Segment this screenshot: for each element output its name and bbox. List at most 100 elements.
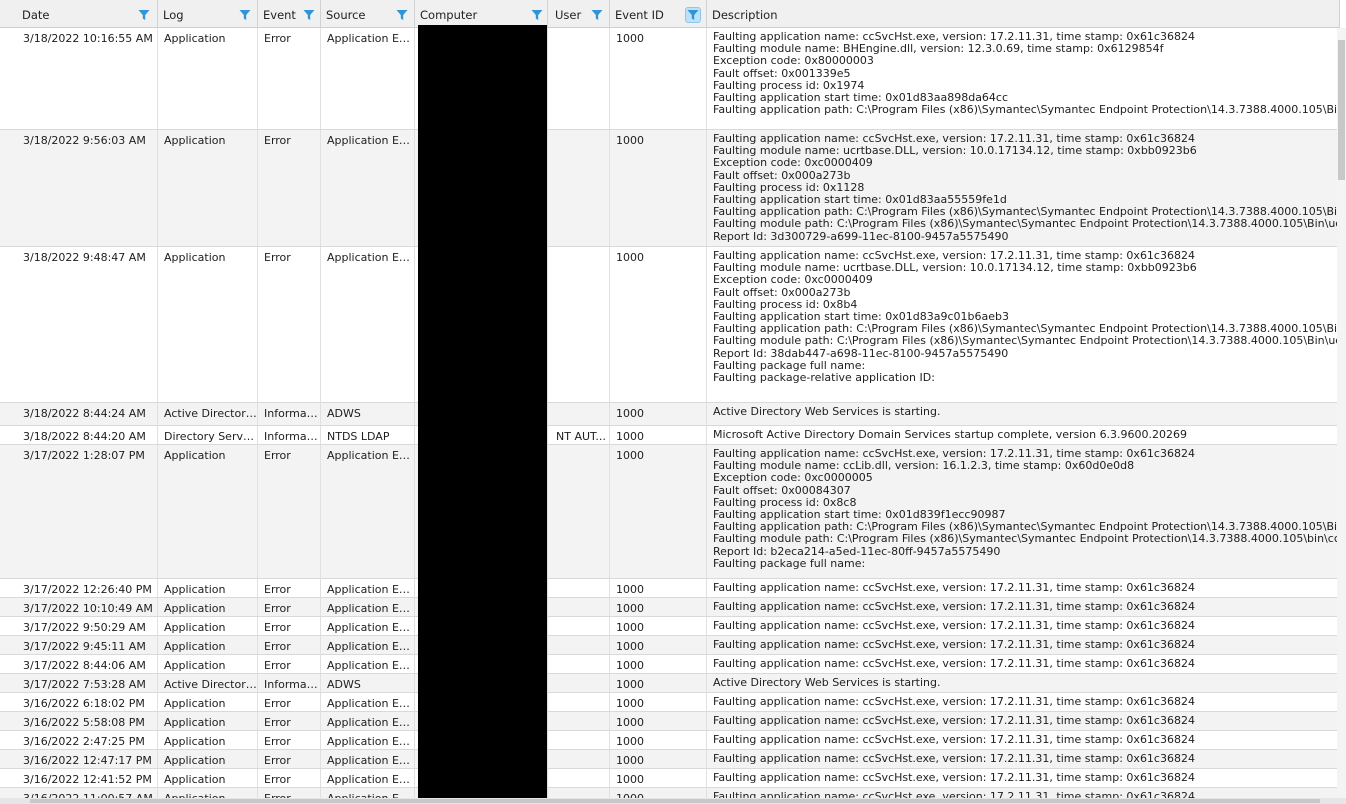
table-row[interactable]: 3/17/2022 1:28:07 PM Application Error Appl… (0, 445, 1340, 579)
horizontal-scroll-thumb[interactable] (30, 799, 1320, 803)
column-header-computer[interactable]: Computer (415, 0, 548, 28)
cell-log: Active Directory... (158, 674, 258, 692)
cell-event: Error (258, 636, 321, 654)
filter-funnel-icon[interactable] (590, 8, 604, 22)
cell-date: 3/16/2022 6:18:02 PM (17, 693, 158, 711)
cell-source: Application Err... (321, 636, 415, 654)
table-row[interactable]: 3/17/2022 10:10:49 AM Application Error App… (0, 598, 1340, 617)
column-header-label: User (555, 8, 582, 22)
filter-funnel-icon[interactable] (530, 8, 544, 22)
cell-eventid: 1000 (610, 693, 707, 711)
cell-eventid: 1000 (610, 130, 707, 246)
cell-eventid: 1000 (610, 617, 707, 635)
cell-event: Error (258, 617, 321, 635)
cell-log: Application (158, 636, 258, 654)
cell-date: 3/17/2022 8:44:06 AM (17, 655, 158, 673)
table-row[interactable]: 3/18/2022 8:44:24 AM Active Directory... I… (0, 403, 1340, 426)
redaction-block (418, 25, 547, 804)
table-row[interactable]: 3/18/2022 8:44:20 AM Directory Service Inf… (0, 426, 1340, 445)
event-log-grid: Date Log Event Source Computer User Event ID De… (0, 0, 1346, 804)
column-header-event[interactable]: Event (258, 0, 321, 28)
cell-user (550, 247, 610, 402)
table-row[interactable]: 3/16/2022 2:47:25 PM Application Error Appl… (0, 731, 1340, 750)
cell-event: Error (258, 598, 321, 616)
cell-user (550, 750, 610, 768)
cell-eventid: 1000 (610, 426, 707, 444)
table-row[interactable]: 3/16/2022 5:58:08 PM Application Error Appl… (0, 712, 1340, 731)
table-row[interactable]: 3/16/2022 6:18:02 PM Application Error Appl… (0, 693, 1340, 712)
filter-funnel-icon[interactable] (395, 8, 409, 22)
column-header-log[interactable]: Log (158, 0, 258, 28)
cell-event: Error (258, 693, 321, 711)
column-header-source[interactable]: Source (321, 0, 415, 28)
horizontal-scrollbar[interactable] (0, 798, 1346, 804)
filter-funnel-icon[interactable] (685, 7, 701, 23)
table-row[interactable]: 3/17/2022 9:50:29 AM Application Error Appl… (0, 617, 1340, 636)
filter-funnel-icon[interactable] (137, 8, 151, 22)
cell-user (550, 693, 610, 711)
cell-event: Informat... (258, 403, 321, 425)
cell-event: Informat... (258, 426, 321, 444)
table-row[interactable]: 3/16/2022 12:47:17 PM Application Error App… (0, 750, 1340, 769)
cell-log: Application (158, 445, 258, 578)
vertical-scrollbar[interactable] (1337, 28, 1346, 798)
column-header-label: Description (712, 8, 778, 22)
column-header-label: Event ID (615, 8, 664, 22)
cell-date: 3/17/2022 10:10:49 AM (17, 598, 158, 616)
table-row[interactable]: 3/17/2022 12:26:40 PM Application Error App… (0, 579, 1340, 598)
table-row[interactable]: 3/18/2022 10:16:55 AM Application Error App… (0, 28, 1340, 130)
table-row[interactable]: 3/17/2022 9:45:11 AM Application Error Appl… (0, 636, 1340, 655)
filter-funnel-icon[interactable] (302, 8, 316, 22)
cell-user (550, 403, 610, 425)
cell-eventid: 1000 (610, 655, 707, 673)
table-row[interactable]: 3/18/2022 9:56:03 AM Application Error Appl… (0, 130, 1340, 247)
cell-log: Application (158, 712, 258, 730)
cell-desc: Faulting application name: ccSvcHst.exe,… (707, 769, 1340, 787)
table-row[interactable]: 3/17/2022 7:53:28 AM Active Directory... I… (0, 674, 1340, 693)
cell-date: 3/16/2022 12:47:17 PM (17, 750, 158, 768)
column-header-label: Log (163, 8, 184, 22)
cell-event: Informat... (258, 674, 321, 692)
column-header-eventid[interactable]: Event ID (610, 0, 707, 28)
cell-log: Application (158, 693, 258, 711)
cell-log: Application (158, 579, 258, 597)
vertical-scroll-thumb[interactable] (1338, 40, 1345, 180)
column-header-label: Event (263, 8, 296, 22)
column-header-user[interactable]: User (550, 0, 610, 28)
cell-desc: Microsoft Active Directory Domain Servic… (707, 426, 1340, 444)
column-header-desc[interactable]: Description (707, 0, 1340, 28)
cell-date: 3/17/2022 12:26:40 PM (17, 579, 158, 597)
table-row[interactable]: 3/18/2022 9:48:47 AM Application Error Appl… (0, 247, 1340, 403)
cell-source: ADWS (321, 674, 415, 692)
cell-event: Error (258, 445, 321, 578)
cell-desc: Active Directory Web Services is startin… (707, 674, 1340, 692)
cell-source: NTDS LDAP (321, 426, 415, 444)
cell-desc: Faulting application name: ccSvcHst.exe,… (707, 247, 1340, 402)
cell-date: 3/18/2022 9:48:47 AM (17, 247, 158, 402)
column-header-label: Source (326, 8, 366, 22)
cell-eventid: 1000 (610, 636, 707, 654)
cell-event: Error (258, 130, 321, 246)
grid-header: Date Log Event Source Computer User Event ID De… (0, 0, 1340, 28)
cell-source: Application Err... (321, 247, 415, 402)
cell-date: 3/17/2022 9:45:11 AM (17, 636, 158, 654)
cell-date: 3/17/2022 9:50:29 AM (17, 617, 158, 635)
table-row[interactable]: 3/16/2022 12:41:52 PM Application Error App… (0, 769, 1340, 788)
cell-user (550, 636, 610, 654)
column-header-date[interactable]: Date (17, 0, 158, 28)
cell-log: Application (158, 130, 258, 246)
cell-desc: Faulting application name: ccSvcHst.exe,… (707, 750, 1340, 768)
cell-log: Application (158, 247, 258, 402)
cell-user (550, 655, 610, 673)
cell-desc: Faulting application name: ccSvcHst.exe,… (707, 28, 1340, 129)
filter-funnel-icon[interactable] (238, 8, 252, 22)
cell-event: Error (258, 731, 321, 749)
cell-user (550, 674, 610, 692)
cell-event: Error (258, 750, 321, 768)
cell-eventid: 1000 (610, 731, 707, 749)
cell-user (550, 28, 610, 129)
cell-source: Application Err... (321, 712, 415, 730)
cell-source: Application Err... (321, 598, 415, 616)
cell-source: Application Err... (321, 731, 415, 749)
table-row[interactable]: 3/17/2022 8:44:06 AM Application Error Appl… (0, 655, 1340, 674)
